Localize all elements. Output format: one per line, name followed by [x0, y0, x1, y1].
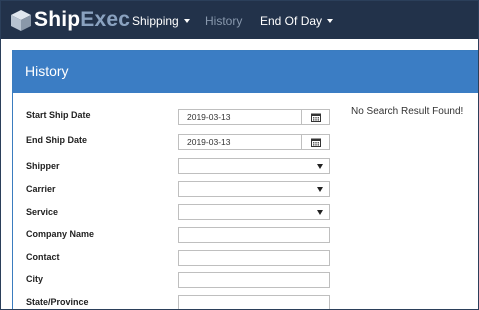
nav-history[interactable]: History: [205, 1, 242, 39]
contact-label: Contact: [26, 252, 60, 262]
nav-end-of-day-label: End Of Day: [260, 14, 323, 28]
nav-shipping-menu[interactable]: Shipping: [132, 1, 190, 39]
nav-end-of-day-menu[interactable]: End Of Day: [260, 1, 334, 39]
logo-text: ShipExec: [34, 8, 131, 31]
cube-logo-icon: [11, 10, 31, 31]
state-province-label: State/Province: [26, 297, 89, 307]
nav-history-label: History: [205, 14, 243, 28]
start-ship-date-input[interactable]: 2019-03-13: [178, 109, 302, 125]
city-input[interactable]: [178, 272, 330, 288]
carrier-label: Carrier: [26, 184, 56, 194]
company-name-input[interactable]: [178, 227, 330, 243]
company-name-label: Company Name: [26, 229, 95, 239]
calendar-icon: [310, 138, 321, 147]
history-panel: History Start Ship Date 2019-03-13 No Se…: [12, 50, 478, 309]
carrier-select[interactable]: [178, 181, 330, 197]
calendar-icon: [310, 113, 321, 122]
dropdown-arrow-icon: [317, 210, 323, 215]
dropdown-arrow-icon: [317, 164, 323, 169]
dropdown-arrow-icon: [317, 187, 323, 192]
top-navbar: ShipExec Shipping History End Of Day: [1, 1, 478, 39]
shipper-label: Shipper: [26, 161, 60, 171]
chevron-down-icon: [183, 19, 190, 23]
service-label: Service: [26, 207, 59, 217]
state-province-input[interactable]: [178, 295, 330, 309]
content-gutter: [1, 39, 478, 50]
end-ship-date-label: End Ship Date: [26, 135, 88, 145]
start-date-calendar-button[interactable]: [302, 109, 330, 125]
no-search-result-message: No Search Result Found!: [351, 106, 464, 117]
city-label: City: [26, 274, 44, 284]
end-date-calendar-button[interactable]: [302, 134, 330, 150]
contact-input[interactable]: [178, 250, 330, 266]
app-window: ShipExec Shipping History End Of Day His…: [0, 0, 479, 310]
panel-title: History: [13, 51, 478, 93]
service-select[interactable]: [178, 204, 330, 220]
chevron-down-icon: [327, 19, 334, 23]
nav-shipping-label: Shipping: [132, 14, 179, 28]
start-ship-date-label: Start Ship Date: [26, 110, 91, 120]
end-ship-date-input[interactable]: 2019-03-13: [178, 134, 302, 150]
shipper-select[interactable]: [178, 158, 330, 174]
shipexec-logo[interactable]: ShipExec: [9, 7, 130, 33]
